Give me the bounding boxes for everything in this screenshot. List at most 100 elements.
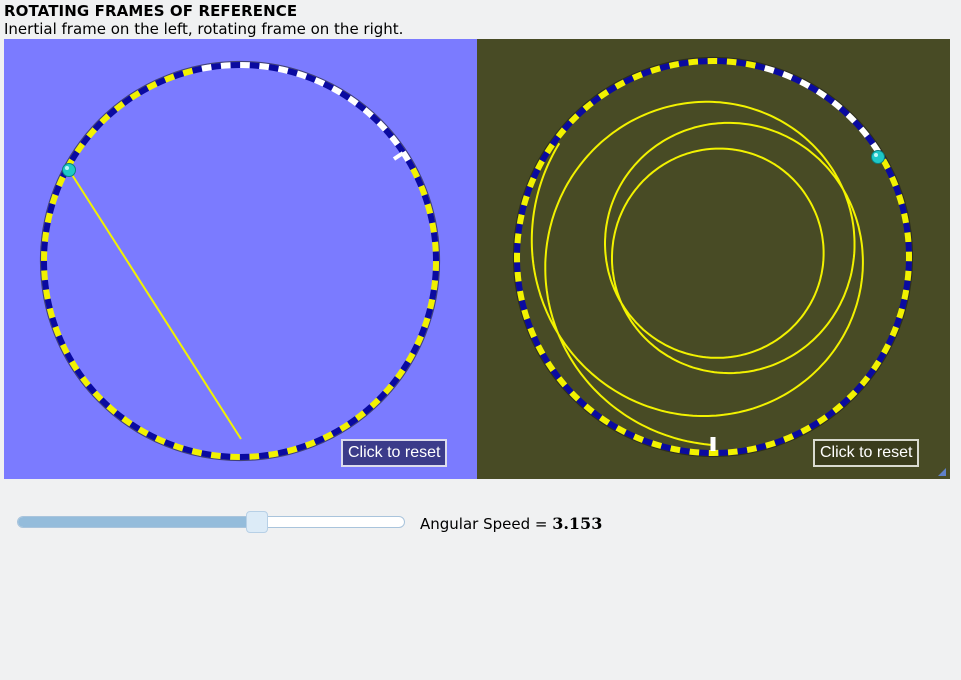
ring-segment [43,289,51,300]
ring-segment [44,212,53,224]
ring-segment [689,448,700,456]
inertial-reset-button[interactable]: Click to reset [341,439,448,467]
ring-segment [424,203,434,215]
ring-segment [521,308,530,320]
ring-segment [535,344,546,356]
ring-segment [146,81,158,91]
ring-segment [736,59,747,67]
ring-segment [313,435,325,445]
ring-segment [904,270,912,281]
ring-segment [535,159,545,171]
ring-segment [41,231,50,242]
ring-segment [268,450,279,458]
ring-segment [737,447,748,455]
ring-segment [277,448,289,457]
rotating-frame-canvas[interactable] [477,39,950,479]
ring-segment [516,213,525,225]
ring-segment [521,195,530,207]
ring-segment [432,241,439,252]
slider-fill [18,517,258,527]
ring-segment [191,65,203,74]
ring-segment [432,270,439,281]
ring-segment [405,158,416,171]
rotating-reset-button[interactable]: Click to reset [813,439,920,467]
ring-segment [64,351,75,364]
ring-segment [901,289,910,301]
puck [62,163,76,177]
ring-segment [518,204,527,216]
ring-segment [154,435,166,445]
ring-segment [514,233,522,244]
ring-segment [898,203,908,215]
ring-segment [885,334,896,346]
ring-segment [52,184,62,196]
ring-segment [746,445,758,453]
header: ROTATING FRAMES OF REFERENCE Inertial fr… [4,2,954,38]
ring-segment [697,58,708,65]
ring-segment [429,289,437,300]
ring-segment [405,352,416,364]
ring-segment [414,176,424,188]
page-subtitle: Inertial frame on the left, rotating fra… [4,20,404,38]
ring-segment [56,334,66,346]
ring-segment [182,67,194,77]
ring-segment [430,280,439,291]
ring-segment [268,64,279,72]
ring-segment [220,62,231,69]
ring-segment [249,62,260,69]
ring-segment [903,280,911,291]
ring-segment [331,85,343,96]
angular-speed-slider[interactable] [17,511,405,533]
ring-segment [191,448,203,457]
ring-segment [514,262,521,273]
ring-segment [249,453,260,460]
ring-segment [889,325,899,338]
ring-segment [173,70,185,80]
angular-speed-label: Angular Speed = [420,515,553,533]
ring-segment [763,65,775,74]
ring-segment [669,445,681,454]
ring-segment [163,439,175,449]
ring-segment [899,298,908,310]
ring-segment [44,298,53,310]
angular-speed-value: 3.153 [552,514,603,533]
ring-segment [632,433,645,443]
ring-segment [410,343,420,355]
resize-grip-icon[interactable] [938,468,946,476]
inertial-frame-canvas[interactable] [4,39,477,479]
rotating-frame-panel[interactable]: Click to reset [477,39,950,479]
inertial-frame-panel[interactable]: Click to reset [4,39,477,479]
ring-segment [49,193,59,205]
ring-segment [137,85,150,96]
ring-segment [651,440,663,449]
ring-segment [518,299,528,311]
ring-segment [410,167,420,179]
ring-segment [146,431,158,441]
ring-segment [514,271,522,282]
ring-segment [43,222,51,233]
puck-highlight [874,153,878,157]
slider-thumb[interactable] [246,511,269,533]
ring-segment [903,222,911,233]
ring-segment [668,61,680,69]
ring-segment [201,64,212,72]
ring-segment [901,212,909,224]
ring-segment [314,77,326,87]
page-title: ROTATING FRAMES OF REFERENCE [4,2,298,20]
rotating-background [477,39,950,479]
ring-segment [889,175,899,188]
ring-segment [418,185,428,197]
ring-segment [892,184,902,196]
ring-segment [774,436,786,446]
ring-segment [800,424,812,435]
ring-segment [52,325,62,337]
ring-segment [896,194,905,206]
ring-segment [430,231,439,243]
ring-segment [782,433,795,443]
ring-segment [155,77,167,87]
ring-segment [660,443,672,452]
ring-segment [304,439,316,449]
ring-segment [56,175,66,187]
ring-segment [726,58,737,66]
inertial-background [4,39,477,479]
